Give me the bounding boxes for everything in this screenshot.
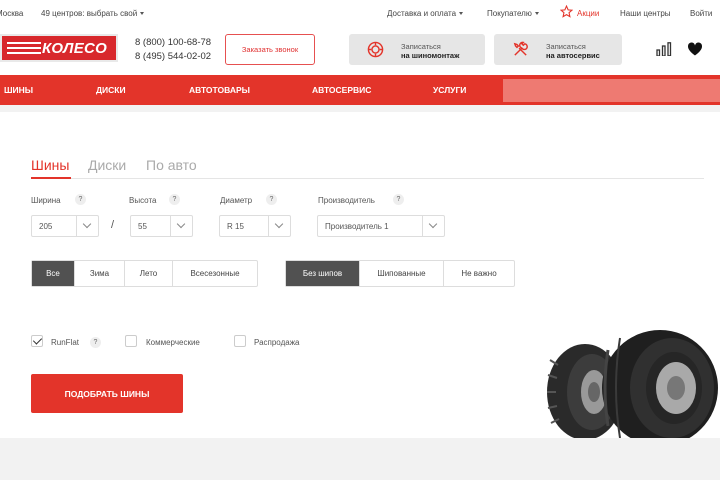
tab-wheels[interactable]: Диски xyxy=(88,157,126,173)
commercial-label[interactable]: Коммерческие xyxy=(146,338,200,347)
chevron-down-icon xyxy=(459,12,464,16)
service-line1: Записаться xyxy=(546,42,586,51)
heart-icon[interactable] xyxy=(687,42,703,56)
diameter-label: Диаметр xyxy=(220,196,253,205)
width-label: Ширина xyxy=(31,196,61,205)
nav-item-autoservice[interactable]: АВТОСЕРВИС xyxy=(312,85,371,95)
chevron-down-icon xyxy=(170,216,192,236)
phone-numbers: 8 (800) 100-68-78 8 (495) 544-02-02 xyxy=(135,36,211,64)
help-icon[interactable]: ? xyxy=(90,337,101,348)
width-select[interactable]: 205 xyxy=(31,215,99,237)
tab-by-car[interactable]: По авто xyxy=(146,157,197,173)
nav-item-services[interactable]: УСЛУГИ xyxy=(433,85,466,95)
help-icon[interactable]: ? xyxy=(169,194,180,205)
login-link[interactable]: Войти xyxy=(690,9,712,18)
diameter-value: R 15 xyxy=(227,222,244,231)
logo-text: КОЛЕСО xyxy=(42,40,108,57)
main-nav: ШИНЫ ДИСКИ АВТОТОВАРЫ АВТОСЕРВИС УСЛУГИ xyxy=(0,75,720,105)
centers-selector[interactable]: 49 центров: выбрать свой xyxy=(41,9,145,18)
tire-service-booking-button[interactable]: Записаться на шиномонтаж xyxy=(349,34,485,65)
service-line2: на шиномонтаж xyxy=(401,51,460,60)
help-icon[interactable]: ? xyxy=(75,194,86,205)
season-all-button[interactable]: Все xyxy=(32,261,75,286)
tires-image xyxy=(547,330,718,438)
studs-any-button[interactable]: Не важно xyxy=(444,261,514,286)
service-line1: Записаться xyxy=(401,42,441,51)
logo-stripes xyxy=(7,42,41,54)
star-icon xyxy=(559,4,574,20)
manufacturer-select[interactable]: Производитель 1 xyxy=(317,215,445,237)
size-separator: / xyxy=(111,219,115,231)
season-allseason-button[interactable]: Всесезонные xyxy=(173,261,257,286)
nav-item-autogoods[interactable]: АВТОТОВАРЫ xyxy=(189,85,250,95)
buyer-menu[interactable]: Покупателю xyxy=(487,9,539,18)
chevron-down-icon xyxy=(422,216,444,236)
phone-primary[interactable]: 8 (800) 100-68-78 xyxy=(135,36,211,50)
nav-item-wheels[interactable]: ДИСКИ xyxy=(96,85,126,95)
season-winter-button[interactable]: Зима xyxy=(75,261,125,286)
help-icon[interactable]: ? xyxy=(266,194,277,205)
search-input[interactable] xyxy=(503,79,720,102)
season-summer-button[interactable]: Лето xyxy=(125,261,173,286)
diameter-select[interactable]: R 15 xyxy=(219,215,291,237)
studs-studded-button[interactable]: Шипованные xyxy=(360,261,444,286)
autoservice-booking-button[interactable]: Записаться на автосервис xyxy=(494,34,622,65)
chevron-down-icon xyxy=(140,12,145,16)
manufacturer-value: Производитель 1 xyxy=(325,222,389,231)
active-tab-underline xyxy=(31,177,71,179)
runflat-checkbox[interactable] xyxy=(31,335,43,347)
chevron-down-icon xyxy=(268,216,290,236)
help-icon[interactable]: ? xyxy=(393,194,404,205)
manufacturer-label: Производитель xyxy=(318,196,375,205)
studs-filter: Без шипов Шипованные Не важно xyxy=(285,260,515,287)
our-centers-link[interactable]: Наши центры xyxy=(620,9,671,18)
commercial-checkbox[interactable] xyxy=(125,335,137,347)
tabs-divider xyxy=(31,178,704,179)
height-select[interactable]: 55 xyxy=(130,215,193,237)
callback-button[interactable]: Заказать звонок xyxy=(225,34,315,65)
chevron-down-icon xyxy=(534,12,539,16)
season-filter: Все Зима Лето Всесезонные xyxy=(31,260,258,287)
top-bar: Москва 49 центров: выбрать свой Доставка… xyxy=(0,0,720,26)
chevron-down-icon xyxy=(76,216,98,236)
height-label: Высота xyxy=(129,196,157,205)
logo[interactable]: КОЛЕСО xyxy=(0,34,118,62)
phone-secondary[interactable]: 8 (495) 544-02-02 xyxy=(135,50,211,64)
sale-checkbox[interactable] xyxy=(234,335,246,347)
find-tires-button[interactable]: ПОДОБРАТЬ ШИНЫ xyxy=(31,374,183,413)
tire-search-card: Шины Диски По авто Ширина ? Высота ? Диа… xyxy=(0,112,720,438)
studs-none-button[interactable]: Без шипов xyxy=(286,261,360,286)
delivery-menu[interactable]: Доставка и оплата xyxy=(387,9,464,18)
sale-label[interactable]: Распродажа xyxy=(254,338,300,347)
runflat-label[interactable]: RunFlat xyxy=(51,338,79,347)
nav-item-tires[interactable]: ШИНЫ xyxy=(4,85,33,95)
header: КОЛЕСО 8 (800) 100-68-78 8 (495) 544-02-… xyxy=(0,26,720,75)
tab-tires[interactable]: Шины xyxy=(31,157,69,173)
service-line2: на автосервис xyxy=(546,51,600,60)
width-value: 205 xyxy=(39,222,53,231)
city-selector[interactable]: Москва xyxy=(0,9,23,18)
height-value: 55 xyxy=(138,222,147,231)
compare-icon[interactable] xyxy=(656,42,672,56)
tire-service-icon xyxy=(367,41,384,58)
promo-link[interactable]: Акции xyxy=(577,9,599,18)
wrench-screwdriver-icon xyxy=(513,41,528,56)
